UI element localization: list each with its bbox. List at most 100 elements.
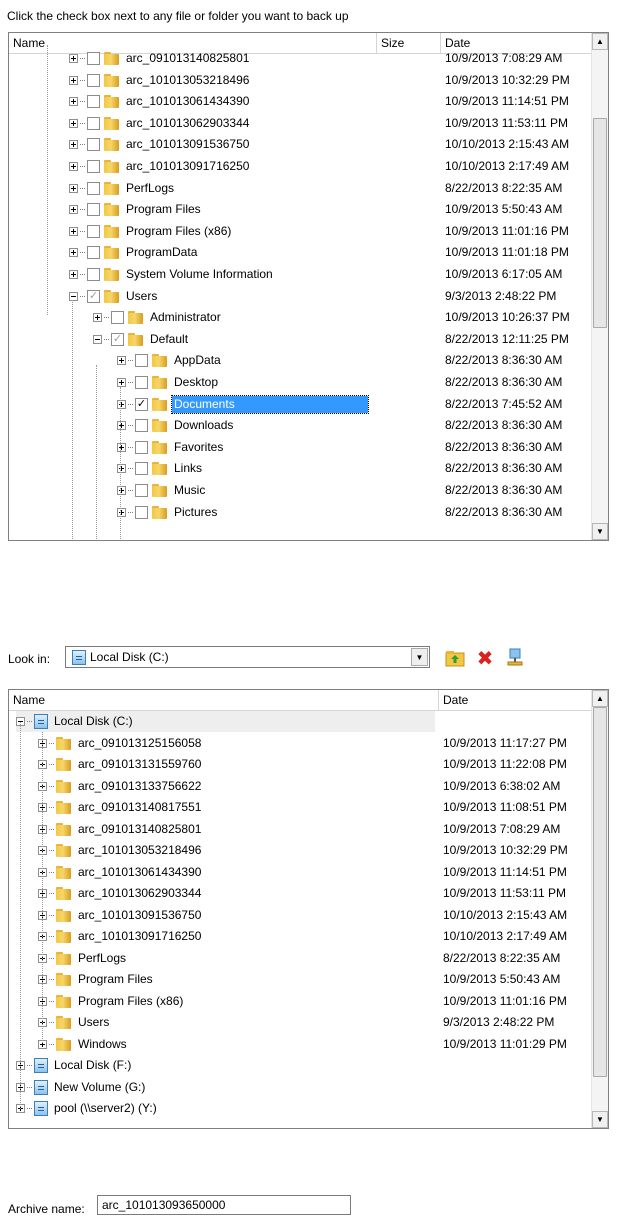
expand-icon[interactable] bbox=[117, 356, 126, 366]
tree-row[interactable]: arc_101013062903344 10/9/2013 11:53:11 PM bbox=[9, 113, 591, 134]
expand-icon[interactable] bbox=[69, 97, 78, 107]
tree-row[interactable]: ProgramData 10/9/2013 11:01:18 PM bbox=[9, 242, 591, 263]
tree-row[interactable]: arc_091013133756622 10/9/2013 6:38:02 AM bbox=[9, 776, 591, 797]
expand-icon[interactable] bbox=[69, 248, 78, 258]
tree-row-name: pool (\\server2) (Y:) bbox=[16, 1098, 159, 1119]
checkbox[interactable] bbox=[135, 419, 148, 433]
checkbox[interactable] bbox=[87, 224, 100, 238]
tree-row[interactable]: arc_101013061434390 10/9/2013 11:14:51 PM bbox=[9, 91, 591, 112]
checkbox[interactable]: ✓ bbox=[111, 332, 124, 346]
checkbox[interactable] bbox=[87, 138, 100, 152]
checkbox[interactable] bbox=[135, 354, 148, 368]
checkbox[interactable] bbox=[111, 311, 124, 325]
expand-icon[interactable] bbox=[117, 486, 126, 495]
scroll-up-button[interactable]: ▲ bbox=[592, 690, 608, 707]
checkbox[interactable] bbox=[87, 73, 100, 87]
tree-row[interactable]: Program Files (x86) 10/9/2013 11:01:16 PM bbox=[9, 221, 591, 242]
network-drive-icon[interactable] bbox=[505, 648, 525, 668]
expand-icon[interactable] bbox=[117, 378, 126, 387]
checkbox[interactable] bbox=[135, 462, 148, 476]
look-in-dropdown[interactable]: Local Disk (C:) ▼ bbox=[65, 646, 430, 668]
tree-connector bbox=[27, 721, 32, 722]
checkbox[interactable] bbox=[87, 181, 100, 195]
tree-row[interactable]: PerfLogs 8/22/2013 8:22:35 AM bbox=[9, 948, 591, 969]
tree-row[interactable]: Windows 10/9/2013 11:01:29 PM bbox=[9, 1034, 591, 1055]
checkbox[interactable] bbox=[87, 246, 100, 260]
checkbox[interactable] bbox=[135, 484, 148, 497]
backup-vertical-scrollbar[interactable]: ▲ ▼ bbox=[591, 33, 608, 540]
chevron-down-icon[interactable]: ▼ bbox=[411, 648, 428, 666]
checkbox[interactable]: ✓ bbox=[87, 289, 100, 303]
checkbox[interactable] bbox=[87, 203, 100, 217]
tree-row[interactable]: arc_101013062903344 10/9/2013 11:53:11 PM bbox=[9, 883, 591, 904]
tree-row[interactable]: arc_101013091716250 10/10/2013 2:17:49 AM bbox=[9, 926, 591, 947]
tree-row[interactable]: arc_091013140817551 10/9/2013 11:08:51 PM bbox=[9, 797, 591, 818]
tree-row[interactable]: Program Files 10/9/2013 5:50:43 AM bbox=[9, 969, 591, 990]
tree-row[interactable]: Local Disk (F:) bbox=[9, 1055, 591, 1076]
expand-icon[interactable] bbox=[69, 183, 78, 193]
scroll-thumb[interactable] bbox=[593, 707, 607, 1077]
scroll-down-button[interactable]: ▼ bbox=[592, 523, 608, 540]
collapse-icon[interactable] bbox=[69, 291, 78, 301]
expand-icon[interactable] bbox=[69, 140, 78, 150]
expand-icon[interactable] bbox=[117, 421, 126, 431]
checkbox[interactable]: ✓ bbox=[135, 397, 148, 411]
checkbox[interactable] bbox=[135, 376, 148, 389]
checkbox[interactable] bbox=[135, 440, 148, 454]
tree-row[interactable]: arc_091013140825801 10/9/2013 7:08:29 AM bbox=[9, 819, 591, 840]
expand-icon[interactable] bbox=[69, 75, 78, 85]
destination-tree[interactable]: Name Date Local Disk (C:) arc_09101312515… bbox=[8, 689, 609, 1129]
tree-row-date: 10/9/2013 5:50:43 AM bbox=[443, 972, 561, 986]
expand-icon[interactable] bbox=[117, 442, 126, 452]
tree-row[interactable]: arc_091013125156058 10/9/2013 11:17:27 PM bbox=[9, 733, 591, 754]
expand-icon[interactable] bbox=[117, 399, 126, 409]
checkbox[interactable] bbox=[135, 505, 148, 519]
tree-row[interactable]: arc_091013140825801 10/9/2013 7:08:29 AM bbox=[9, 48, 591, 69]
scroll-down-button[interactable]: ▼ bbox=[592, 1111, 608, 1128]
expand-icon[interactable] bbox=[117, 464, 126, 474]
tree-row[interactable]: arc_101013061434390 10/9/2013 11:14:51 PM bbox=[9, 862, 591, 883]
folder-up-icon[interactable] bbox=[445, 648, 465, 668]
tree-row[interactable]: arc_091013131559760 10/9/2013 11:22:08 PM bbox=[9, 754, 591, 775]
expand-icon[interactable] bbox=[93, 313, 102, 323]
expand-icon[interactable] bbox=[69, 54, 78, 63]
expand-icon[interactable] bbox=[69, 270, 78, 279]
expand-icon[interactable] bbox=[69, 162, 78, 171]
tree-row[interactable]: arc_101013091716250 10/10/2013 2:17:49 AM bbox=[9, 156, 591, 177]
tree-row[interactable]: ✓ Users 9/3/2013 2:48:22 PM bbox=[9, 286, 591, 307]
tree-row[interactable]: Local Disk (C:) bbox=[9, 711, 591, 732]
column-header-name[interactable]: Name bbox=[9, 690, 439, 710]
tree-row[interactable]: arc_101013053218496 10/9/2013 10:32:29 PM bbox=[9, 70, 591, 91]
scroll-up-button[interactable]: ▲ bbox=[592, 33, 608, 50]
backup-tree[interactable]: Name Size Date arc_091013140825801 10/9/2… bbox=[8, 32, 609, 541]
checkbox[interactable] bbox=[87, 268, 100, 281]
column-header-date[interactable]: Date bbox=[439, 690, 593, 710]
tree-row[interactable]: New Volume (G:) bbox=[9, 1077, 591, 1098]
expand-icon[interactable] bbox=[69, 226, 78, 236]
delete-icon[interactable]: ✖ bbox=[475, 648, 495, 670]
tree-row[interactable]: pool (\\server2) (Y:) bbox=[9, 1098, 591, 1119]
tree-row[interactable]: arc_101013091536750 10/10/2013 2:15:43 AM bbox=[9, 134, 591, 155]
checkbox[interactable] bbox=[87, 52, 100, 65]
tree-row[interactable]: Program Files (x86) 10/9/2013 11:01:16 PM bbox=[9, 991, 591, 1012]
destination-vertical-scrollbar[interactable]: ▲ ▼ bbox=[591, 690, 608, 1128]
checkbox[interactable] bbox=[87, 116, 100, 130]
archive-name-input[interactable] bbox=[97, 1195, 351, 1215]
expand-icon[interactable] bbox=[117, 507, 126, 517]
tree-row[interactable]: arc_101013091536750 10/10/2013 2:15:43 AM bbox=[9, 905, 591, 926]
checkbox[interactable] bbox=[87, 95, 100, 109]
tree-row[interactable]: Users 9/3/2013 2:48:22 PM bbox=[9, 1012, 591, 1033]
tree-row[interactable]: Administrator 10/9/2013 10:26:37 PM bbox=[9, 307, 591, 328]
tree-row[interactable]: PerfLogs 8/22/2013 8:22:35 AM bbox=[9, 178, 591, 199]
tree-row[interactable]: System Volume Information 10/9/2013 6:17:… bbox=[9, 264, 591, 285]
tree-row-name: Desktop bbox=[117, 372, 220, 393]
checkbox[interactable] bbox=[87, 160, 100, 173]
expand-icon[interactable] bbox=[69, 118, 78, 128]
tree-row[interactable]: arc_101013053218496 10/9/2013 10:32:29 PM bbox=[9, 840, 591, 861]
collapse-icon[interactable] bbox=[93, 334, 102, 344]
scroll-thumb[interactable] bbox=[593, 118, 607, 328]
tree-row[interactable]: Program Files 10/9/2013 5:50:43 AM bbox=[9, 199, 591, 220]
tree-row[interactable]: ✓ Default 8/22/2013 12:11:25 PM bbox=[9, 329, 591, 350]
expand-icon[interactable] bbox=[69, 205, 78, 215]
tree-connector bbox=[80, 101, 85, 103]
